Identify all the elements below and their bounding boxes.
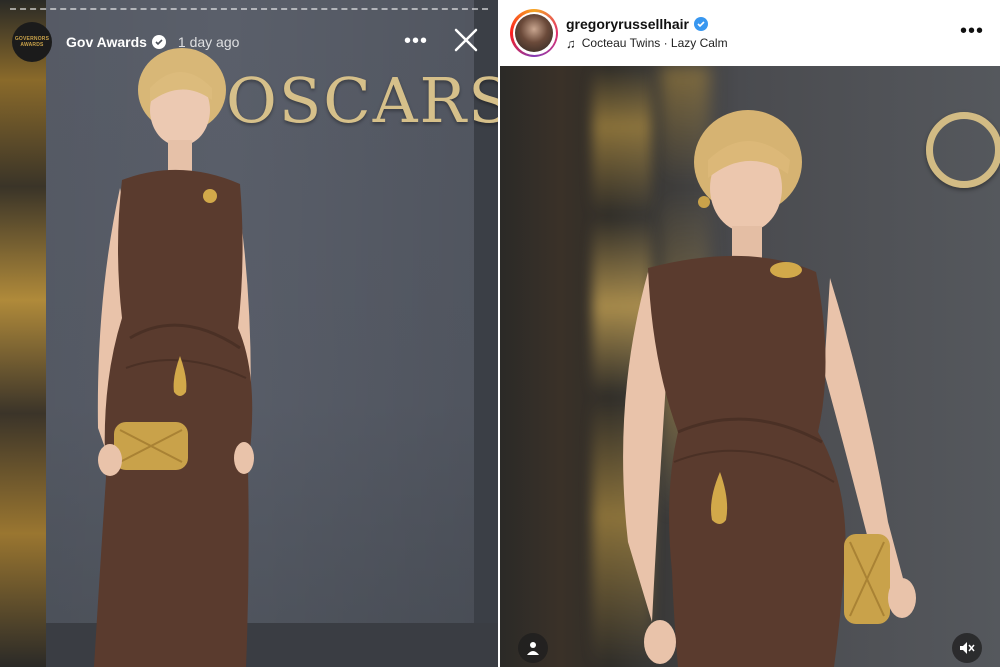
music-info[interactable]: ♫ Cocteau Twins · Lazy Calm xyxy=(566,36,728,51)
story-progress-bar xyxy=(10,8,488,10)
story-header: GOVERNORS AWARDS Gov Awards 1 day ago ••… xyxy=(12,20,486,64)
story-photo-subject xyxy=(94,48,254,667)
avatar xyxy=(515,14,553,52)
avatar-text-line2: AWARDS xyxy=(20,42,44,48)
story-timestamp: 1 day ago xyxy=(177,34,240,50)
close-icon[interactable] xyxy=(448,22,484,58)
verified-badge-icon xyxy=(693,16,708,31)
oscars-sign-letter xyxy=(926,112,1000,188)
avatar[interactable]: GOVERNORS AWARDS xyxy=(12,22,52,62)
speaker-muted-icon[interactable] xyxy=(952,633,982,663)
verified-badge-icon xyxy=(151,35,166,49)
post-username[interactable]: gregoryrussellhair xyxy=(566,16,689,32)
story-account-name[interactable]: Gov Awards xyxy=(66,34,147,50)
post-header: gregoryrussellhair ♫ Cocteau Twins · Laz… xyxy=(500,0,1000,66)
post-photo-subject xyxy=(623,110,916,667)
post-photo[interactable] xyxy=(500,66,1000,667)
post-meta: gregoryrussellhair ♫ Cocteau Twins · Laz… xyxy=(566,16,728,51)
user-tag-icon[interactable] xyxy=(518,633,548,663)
avatar-frame xyxy=(512,11,556,55)
story-ring-avatar[interactable] xyxy=(510,9,558,57)
instagram-post: gregoryrussellhair ♫ Cocteau Twins · Laz… xyxy=(500,0,1000,667)
story-viewer[interactable]: OSCARS GOVERNORS AWARDS Gov Awards 1 day… xyxy=(0,0,498,667)
post-username-row: gregoryrussellhair xyxy=(566,16,728,32)
more-horizontal-icon[interactable]: ••• xyxy=(404,30,428,53)
more-horizontal-icon[interactable]: ••• xyxy=(960,20,984,43)
background-gold-bokeh xyxy=(0,0,46,667)
music-note-icon: ♫ xyxy=(566,35,576,51)
music-track-label: Cocteau Twins · Lazy Calm xyxy=(581,36,728,50)
